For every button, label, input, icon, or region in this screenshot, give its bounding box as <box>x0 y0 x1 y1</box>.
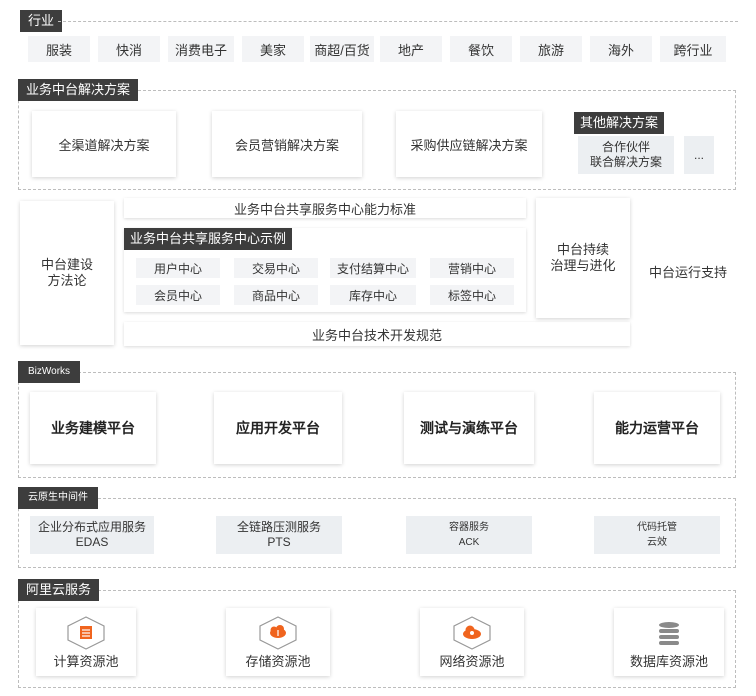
resource-card-database[interactable]: 数据库资源池 <box>614 608 724 676</box>
industry-chip[interactable]: 地产 <box>380 36 442 62</box>
resource-label: 数据库资源池 <box>629 654 708 669</box>
resource-card-compute[interactable]: 计算资源池 <box>36 608 136 676</box>
center-chip[interactable]: 支付结算中心 <box>330 258 416 278</box>
bizworks-header: BizWorks <box>18 361 81 383</box>
middleware-card-devops[interactable]: 代码托管 云效 <box>594 516 720 554</box>
middleware-name: 代码托管 <box>637 522 677 533</box>
industry-chip[interactable]: 快消 <box>98 36 160 62</box>
other-solutions-panel: 其他解决方案 合作伙伴 联合解决方案 ... <box>574 112 720 176</box>
bizworks-card-testing[interactable]: 测试与演练平台 <box>404 392 534 464</box>
method-line1: 中台建设 <box>40 257 93 272</box>
solution-card-procurement[interactable]: 采购供应链解决方案 <box>396 111 542 177</box>
center-chip[interactable]: 营销中心 <box>430 258 514 278</box>
middleware-card-edas[interactable]: 企业分布式应用服务 EDAS <box>30 516 154 554</box>
middleware-name: 企业分布式应用服务 <box>37 520 146 534</box>
industry-chip[interactable]: 旅游 <box>520 36 582 62</box>
middleware-card-pts[interactable]: 全链路压测服务 PTS <box>216 516 342 554</box>
resource-card-network[interactable]: 网络资源池 <box>420 608 524 676</box>
partner-line2: 联合解决方案 <box>589 155 662 169</box>
middleware-code: PTS <box>267 535 291 549</box>
governance-card[interactable]: 中台持续 治理与进化 <box>536 198 630 318</box>
industry-chip[interactable]: 美家 <box>242 36 304 62</box>
middleware-code: 云效 <box>647 537 667 548</box>
industry-chip[interactable]: 跨行业 <box>660 36 726 62</box>
capability-standard-bar[interactable]: 业务中台共享服务中心能力标准 <box>124 198 526 218</box>
industry-chip[interactable]: 服装 <box>28 36 90 62</box>
industry-divider <box>58 21 738 22</box>
resource-card-storage[interactable]: 存储资源池 <box>226 608 330 676</box>
method-card[interactable]: 中台建设 方法论 <box>20 201 114 345</box>
industry-chip[interactable]: 消费电子 <box>168 36 234 62</box>
aliyun-header: 阿里云服务 <box>18 579 100 601</box>
center-chip[interactable]: 商品中心 <box>234 285 318 305</box>
storage-icon <box>258 616 298 655</box>
shared-center-example-header: 业务中台共享服务中心示例 <box>124 228 293 250</box>
industry-row: 服装 快消 消费电子 美家 商超/百货 地产 餐饮 旅游 海外 跨行业 <box>28 36 726 62</box>
tech-spec-bar[interactable]: 业务中台技术开发规范 <box>124 322 630 346</box>
center-chip[interactable]: 库存中心 <box>330 285 416 305</box>
center-chip[interactable]: 交易中心 <box>234 258 318 278</box>
solutions-header: 业务中台解决方案 <box>18 79 139 101</box>
partner-line1: 合作伙伴 <box>601 140 650 154</box>
resource-label: 计算资源池 <box>53 654 119 669</box>
center-chip[interactable]: 标签中心 <box>430 285 514 305</box>
middleware-code: EDAS <box>75 535 109 549</box>
middleware-code: ACK <box>458 537 480 548</box>
method-line2: 方法论 <box>47 273 87 288</box>
governance-line2: 治理与进化 <box>550 258 616 273</box>
industry-header: 行业 <box>20 10 63 32</box>
more-solutions-card[interactable]: ... <box>684 136 714 174</box>
resource-label: 存储资源池 <box>245 654 311 669</box>
middleware-card-ack[interactable]: 容器服务 ACK <box>406 516 532 554</box>
middleware-header: 云原生中间件 <box>18 487 98 509</box>
solution-card-omnichannel[interactable]: 全渠道解决方案 <box>32 111 176 177</box>
shared-center-example-panel: 业务中台共享服务中心示例 用户中心 交易中心 支付结算中心 营销中心 会员中心 … <box>124 228 526 312</box>
governance-line1: 中台持续 <box>556 242 609 257</box>
middleware-name: 全链路压测服务 <box>236 520 321 534</box>
middleware-name: 容器服务 <box>449 522 489 533</box>
database-icon <box>649 616 689 655</box>
ops-support-label: 中台运行支持 <box>648 265 727 280</box>
bizworks-card-operation[interactable]: 能力运营平台 <box>594 392 720 464</box>
solution-card-membership[interactable]: 会员营销解决方案 <box>212 111 362 177</box>
network-icon <box>452 616 492 655</box>
industry-chip[interactable]: 餐饮 <box>450 36 512 62</box>
center-chip[interactable]: 用户中心 <box>136 258 220 278</box>
center-chip[interactable]: 会员中心 <box>136 285 220 305</box>
other-solutions-header: 其他解决方案 <box>574 112 665 134</box>
industry-chip[interactable]: 海外 <box>590 36 652 62</box>
bizworks-card-modeling[interactable]: 业务建模平台 <box>30 392 156 464</box>
compute-icon <box>66 616 106 655</box>
resource-label: 网络资源池 <box>439 654 505 669</box>
partner-solution-card[interactable]: 合作伙伴 联合解决方案 <box>578 136 674 174</box>
bizworks-card-appdev[interactable]: 应用开发平台 <box>214 392 342 464</box>
industry-chip[interactable]: 商超/百货 <box>310 36 374 62</box>
